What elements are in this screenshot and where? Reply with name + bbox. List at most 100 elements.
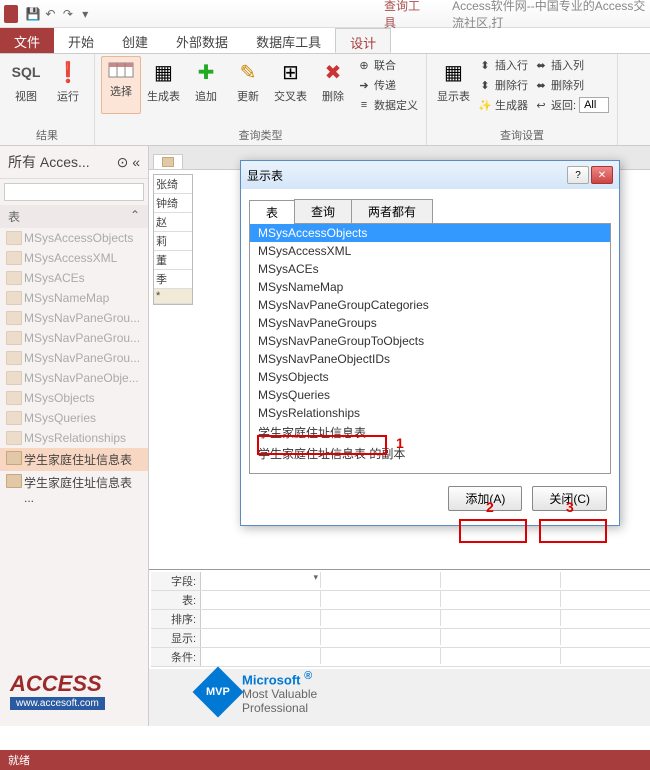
grid-cell[interactable] [201, 610, 321, 626]
list-item[interactable]: MSysAccessObjects [250, 224, 610, 242]
delete-row-button[interactable]: ⬍删除行 [476, 76, 530, 94]
qat-save-icon[interactable]: 💾 [24, 3, 41, 25]
list-item[interactable]: MSysNavPaneObjectIDs [250, 350, 610, 368]
grid-cell[interactable] [321, 648, 441, 664]
nav-item[interactable]: MSysObjects [0, 388, 148, 408]
tab-external[interactable]: 外部数据 [162, 28, 242, 53]
field-row[interactable]: 莉 [154, 232, 192, 251]
nav-header[interactable]: 所有 Acces... ⊙ « [0, 146, 148, 179]
grid-cell[interactable] [201, 648, 321, 664]
nav-item[interactable]: MSysNavPaneGrou... [0, 328, 148, 348]
update-button[interactable]: ✎更新 [228, 56, 268, 114]
run-button[interactable]: ❗ 运行 [48, 56, 88, 106]
insert-col-icon: ⬌ [534, 58, 548, 72]
grid-cell[interactable] [441, 610, 561, 626]
query-design-grid[interactable]: 字段:表:排序:显示:条件: [149, 570, 650, 669]
nav-item[interactable]: MSysAccessXML [0, 248, 148, 268]
nav-item[interactable]: MSysNavPaneObje... [0, 368, 148, 388]
close-icon[interactable]: ✕ [591, 166, 613, 184]
grid-cell[interactable] [561, 591, 650, 607]
list-item[interactable]: MSysQueries [250, 386, 610, 404]
select-query-button[interactable]: 选择 [101, 56, 141, 114]
tab-dbtools[interactable]: 数据库工具 [242, 28, 335, 53]
list-item[interactable]: MSysNavPaneGroupToObjects [250, 332, 610, 350]
field-list[interactable]: 张绮钟绮赵莉董季* [153, 174, 193, 305]
nav-item[interactable]: MSysNavPaneGrou... [0, 308, 148, 328]
list-item[interactable]: MSysACEs [250, 260, 610, 278]
tab-both[interactable]: 两者都有 [351, 199, 433, 223]
tab-home[interactable]: 开始 [54, 28, 108, 53]
access-logo: ACCESS www.accesoft.com [10, 671, 105, 710]
delete-query-button[interactable]: ✖删除 [313, 56, 353, 114]
grid-cell[interactable] [321, 591, 441, 607]
insert-row-button[interactable]: ⬍插入行 [476, 56, 530, 74]
tab-design[interactable]: 设计 [335, 28, 391, 53]
help-button[interactable]: ? [567, 166, 589, 184]
nav-item[interactable]: 学生家庭住址信息表 ... [0, 471, 148, 508]
qat-redo-icon[interactable]: ↷ [59, 3, 76, 25]
nav-item[interactable]: MSysACEs [0, 268, 148, 288]
nav-item[interactable]: 学生家庭住址信息表 [0, 448, 148, 471]
grid-cell[interactable] [561, 610, 650, 626]
crosstab-button[interactable]: ⊞交叉表 [270, 56, 311, 114]
insert-col-button[interactable]: ⬌插入列 [532, 56, 611, 74]
delete-col-button[interactable]: ⬌删除列 [532, 76, 611, 94]
data-def-button[interactable]: ≡数据定义 [355, 96, 420, 114]
grid-cell[interactable] [441, 591, 561, 607]
grid-cell[interactable] [321, 610, 441, 626]
nav-item[interactable]: MSysQueries [0, 408, 148, 428]
grid-cell[interactable] [441, 572, 561, 588]
append-button[interactable]: ✚追加 [186, 56, 226, 114]
list-item[interactable]: MSysObjects [250, 368, 610, 386]
navigation-pane: 所有 Acces... ⊙ « 表 ⌃ MSysAccessObjectsMSy… [0, 146, 149, 726]
make-table-button[interactable]: ▦生成表 [143, 56, 184, 114]
return-input[interactable] [579, 97, 609, 113]
qat-more-icon[interactable]: ▾ [77, 3, 94, 25]
list-item[interactable]: MSysAccessXML [250, 242, 610, 260]
nav-item[interactable]: MSysNameMap [0, 288, 148, 308]
show-table-dialog: 显示表 ? ✕ 表 查询 两者都有 MSysAccessObjectsMSysA… [240, 160, 620, 526]
qat-undo-icon[interactable]: ↶ [42, 3, 59, 25]
field-row[interactable]: 钟绮 [154, 194, 192, 213]
list-item[interactable]: MSysNameMap [250, 278, 610, 296]
grid-cell[interactable] [321, 572, 441, 588]
nav-item[interactable]: MSysRelationships [0, 428, 148, 448]
dialog-titlebar[interactable]: 显示表 ? ✕ [241, 161, 619, 189]
sql-view-button[interactable]: SQL 视图 [6, 56, 46, 106]
annotation-box-3 [539, 519, 607, 543]
field-row[interactable]: 赵 [154, 213, 192, 232]
list-item[interactable]: MSysNavPaneGroupCategories [250, 296, 610, 314]
grid-cell[interactable] [561, 629, 650, 645]
list-item[interactable]: MSysNavPaneGroups [250, 314, 610, 332]
file-tab[interactable]: 文件 [0, 28, 54, 53]
grid-cell[interactable] [561, 572, 650, 588]
grid-cell[interactable] [441, 648, 561, 664]
tab-create[interactable]: 创建 [108, 28, 162, 53]
grid-cell[interactable] [561, 648, 650, 664]
builder-button[interactable]: ✨生成器 [476, 96, 530, 114]
field-row[interactable]: 季 [154, 270, 192, 289]
union-button[interactable]: ⊕联合 [355, 56, 420, 74]
grid-cell[interactable] [201, 572, 321, 588]
nav-section-tables[interactable]: 表 ⌃ [0, 205, 148, 228]
tab-tables[interactable]: 表 [249, 200, 295, 224]
nav-item[interactable]: MSysAccessObjects [0, 228, 148, 248]
field-row[interactable]: * [154, 289, 192, 304]
passthrough-button[interactable]: ➔传递 [355, 76, 420, 94]
chevron-down-icon[interactable]: ⊙ « [117, 154, 140, 171]
nav-search-input[interactable] [4, 183, 144, 201]
grid-cell[interactable] [201, 591, 321, 607]
list-item[interactable]: MSysRelationships [250, 404, 610, 422]
query-tab[interactable] [153, 154, 183, 169]
grid-label: 字段: [151, 572, 201, 590]
nav-item[interactable]: MSysNavPaneGrou... [0, 348, 148, 368]
grid-cell[interactable] [321, 629, 441, 645]
return-combo[interactable]: ↩返回: [532, 96, 611, 114]
show-table-button[interactable]: ▦显示表 [433, 56, 474, 114]
field-row[interactable]: 张绮 [154, 175, 192, 194]
annotation-3: 3 [566, 499, 574, 515]
grid-cell[interactable] [441, 629, 561, 645]
field-row[interactable]: 董 [154, 251, 192, 270]
tab-queries[interactable]: 查询 [294, 199, 352, 223]
grid-cell[interactable] [201, 629, 321, 645]
